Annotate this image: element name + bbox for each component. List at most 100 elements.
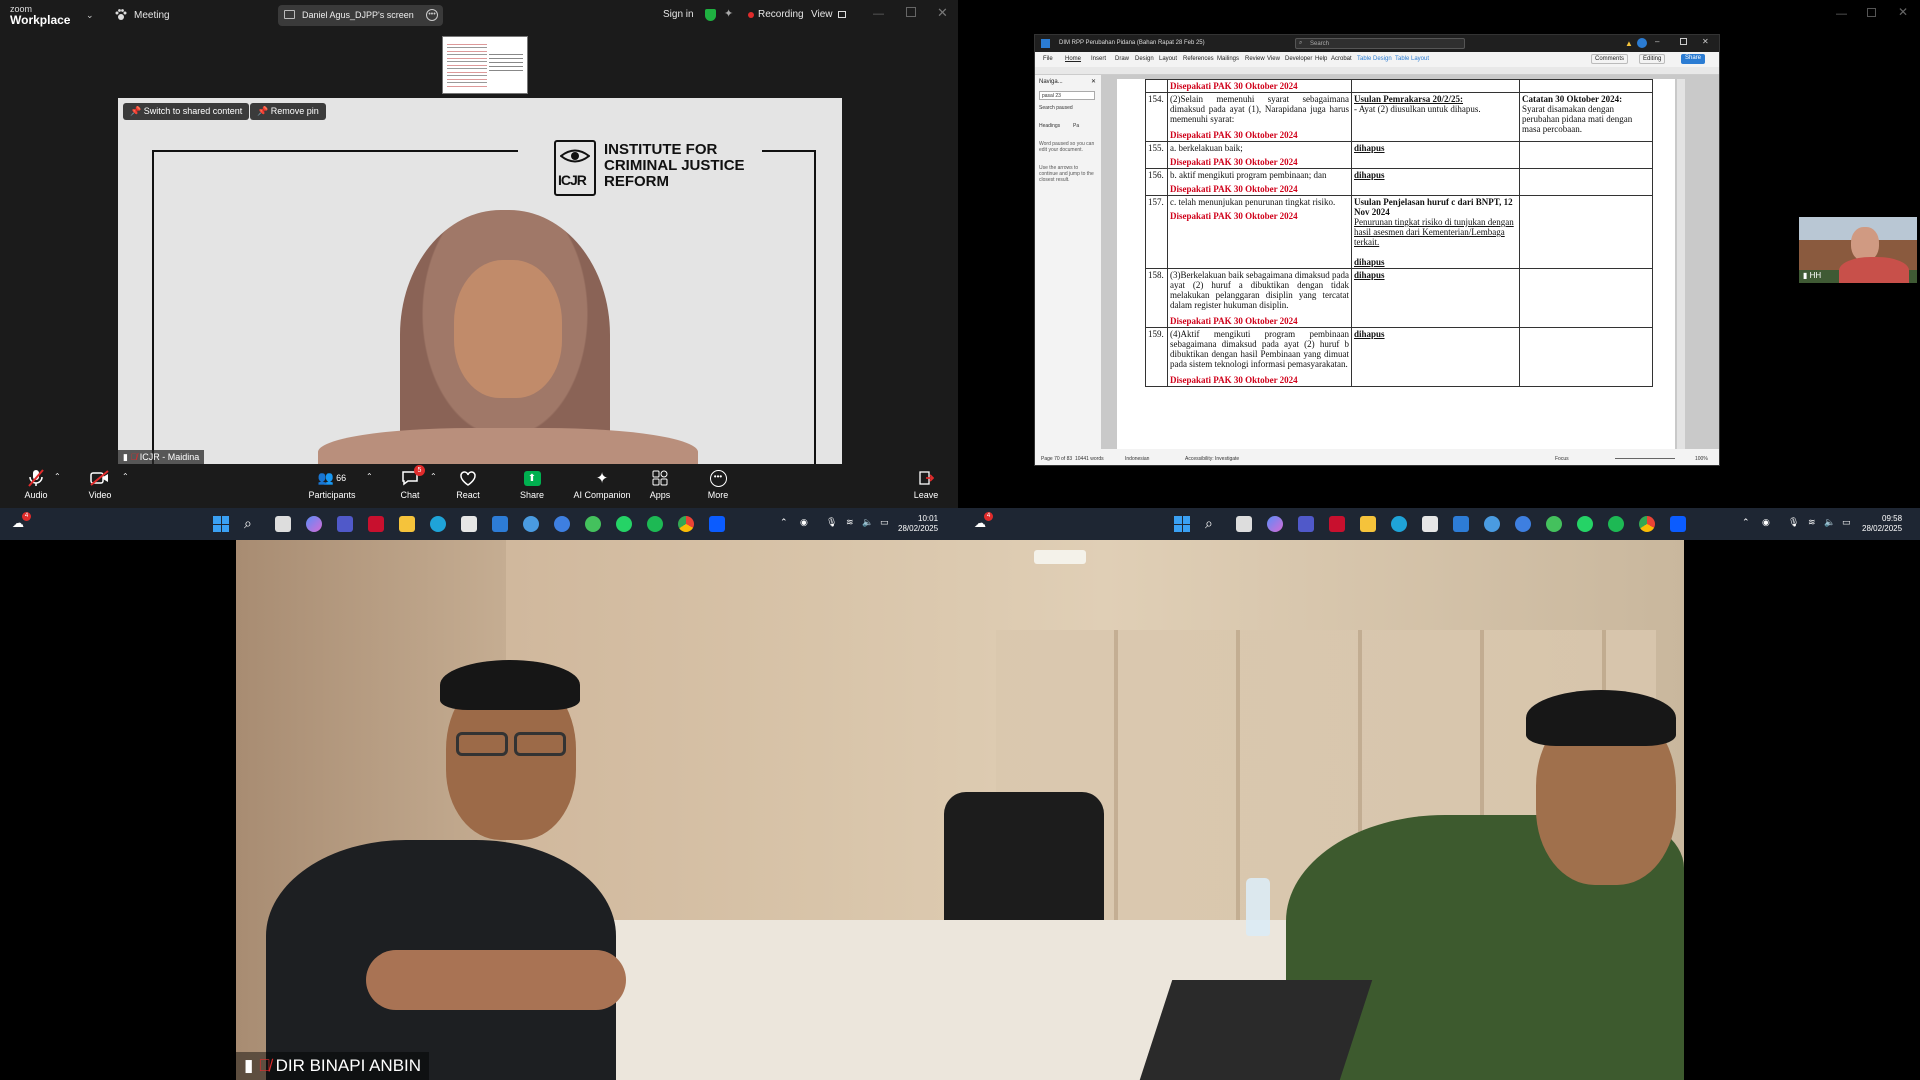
weather-widget[interactable]: ☁ 4: [12, 512, 31, 532]
tab-design[interactable]: Design: [1135, 56, 1154, 62]
participant-video-hh[interactable]: ▮ HH: [1799, 217, 1917, 283]
teams-icon[interactable]: [337, 516, 353, 532]
chrome-icon[interactable]: [678, 516, 694, 532]
tab-table-layout[interactable]: Table Layout: [1395, 56, 1429, 62]
view-button[interactable]: View: [811, 9, 846, 20]
store-icon[interactable]: [1422, 516, 1438, 532]
pinned-video-tile[interactable]: ICJR INSTITUTE FOR CRIMINAL JUSTICE REFO…: [118, 98, 842, 464]
mcafee-icon[interactable]: [1329, 516, 1345, 532]
editing-button[interactable]: Editing: [1639, 54, 1666, 64]
remove-pin-button[interactable]: 📌 Remove pin: [250, 103, 326, 120]
evernote-icon[interactable]: [1546, 516, 1562, 532]
browser-icon[interactable]: [1515, 516, 1531, 532]
tab-developer[interactable]: Developer: [1285, 56, 1312, 62]
minimize-icon[interactable]: —: [1836, 8, 1847, 20]
close-icon[interactable]: ✕: [1702, 37, 1709, 46]
windows-start-icon[interactable]: [213, 516, 229, 532]
word-search-box[interactable]: ⌕ Search: [1295, 38, 1465, 49]
tab-draw[interactable]: Draw: [1115, 56, 1129, 62]
word-count[interactable]: 10441 words: [1075, 456, 1104, 462]
zoom-taskbar-icon[interactable]: [709, 516, 725, 532]
tab-home[interactable]: Home: [1065, 56, 1081, 62]
windows-start-icon[interactable]: [1174, 516, 1190, 532]
vertical-scrollbar[interactable]: [1677, 79, 1685, 449]
switch-to-shared-content-button[interactable]: 📌 Switch to shared content: [123, 103, 250, 120]
more-options-icon[interactable]: •••: [426, 9, 438, 21]
store-icon[interactable]: [461, 516, 477, 532]
help-icon[interactable]: [523, 516, 539, 532]
chevron-down-icon[interactable]: ⌄: [86, 10, 94, 21]
tab-table-design[interactable]: Table Design: [1357, 56, 1392, 62]
tray-mcafee-icon[interactable]: ◉: [1762, 517, 1770, 528]
tray-chevron-icon[interactable]: ⌃: [1742, 517, 1750, 528]
app-icon[interactable]: [1453, 516, 1469, 532]
sparkle-icon[interactable]: ✦: [724, 7, 733, 20]
navigation-search-input[interactable]: pasal 23: [1039, 91, 1095, 100]
close-icon[interactable]: ✕: [1091, 78, 1096, 85]
tab-mailings[interactable]: Mailings: [1217, 56, 1239, 62]
zoom-slider[interactable]: [1615, 458, 1675, 459]
maximize-icon[interactable]: [906, 7, 916, 17]
chrome-icon[interactable]: [1639, 516, 1655, 532]
tray-mcafee-icon[interactable]: ◉: [800, 517, 808, 528]
headings-tab[interactable]: Headings: [1039, 123, 1060, 129]
document-title[interactable]: DIM RPP Perubahan Pidana (Bahan Rapat 28…: [1059, 40, 1205, 46]
teams-icon[interactable]: [1298, 516, 1314, 532]
zoom-level[interactable]: 100%: [1695, 456, 1708, 462]
tab-review[interactable]: Review: [1245, 56, 1265, 62]
file-explorer-icon[interactable]: [399, 516, 415, 532]
wifi-icon[interactable]: ≋: [1808, 517, 1816, 528]
language-indicator[interactable]: Indonesian: [1125, 456, 1149, 462]
sign-in-link[interactable]: Sign in: [663, 9, 694, 20]
evernote-icon[interactable]: [585, 516, 601, 532]
speaker-icon[interactable]: 🔈: [862, 517, 873, 528]
task-view-icon[interactable]: [275, 516, 291, 532]
share-button[interactable]: Share: [1681, 54, 1706, 64]
mic-icon[interactable]: 🎙: [826, 517, 837, 528]
tab-layout[interactable]: Layout: [1159, 56, 1177, 62]
mic-icon[interactable]: 🎙: [1788, 517, 1799, 528]
screen-share-indicator[interactable]: Daniel Agus_DJPP's screen •••: [278, 5, 443, 26]
copilot-icon[interactable]: [1267, 516, 1283, 532]
user-avatar[interactable]: [1637, 38, 1647, 48]
recording-indicator[interactable]: Recording: [748, 9, 804, 20]
taskbar-clock[interactable]: 10:01 28/02/2025: [898, 514, 938, 534]
participant-video-main[interactable]: ▮ 🎙̸ DIR BINAPI ANBIN: [236, 540, 1684, 1080]
speaker-icon[interactable]: 🔈: [1824, 517, 1835, 528]
participants-button[interactable]: 👥 66 Participants: [300, 468, 364, 500]
tab-file[interactable]: File: [1043, 56, 1053, 62]
apps-button[interactable]: Apps: [628, 468, 692, 500]
edge-icon[interactable]: [430, 516, 446, 532]
browser-icon[interactable]: [554, 516, 570, 532]
mcafee-icon[interactable]: [368, 516, 384, 532]
copilot-icon[interactable]: [306, 516, 322, 532]
video-options-caret-icon[interactable]: ⌃: [122, 472, 129, 481]
minimize-icon[interactable]: –: [1655, 37, 1659, 46]
page-counter[interactable]: Page 70 of 83: [1041, 456, 1072, 462]
tray-chevron-icon[interactable]: ⌃: [780, 517, 788, 528]
zoom-taskbar-icon[interactable]: [1670, 516, 1686, 532]
comments-button[interactable]: Comments: [1591, 54, 1629, 64]
tab-references[interactable]: References: [1183, 56, 1214, 62]
share-button[interactable]: ⬆ Share: [500, 468, 564, 500]
tab-view[interactable]: View: [1267, 56, 1280, 62]
close-icon[interactable]: ✕: [1898, 5, 1908, 19]
file-explorer-icon[interactable]: [1360, 516, 1376, 532]
tab-help[interactable]: Help: [1315, 56, 1327, 62]
pages-tab[interactable]: Pa: [1073, 123, 1079, 129]
battery-icon[interactable]: ▭: [1842, 517, 1851, 528]
task-view-icon[interactable]: [1236, 516, 1252, 532]
whatsapp-icon[interactable]: [616, 516, 632, 532]
close-icon[interactable]: ✕: [937, 5, 948, 21]
leave-button[interactable]: Leave: [894, 468, 958, 500]
whatsapp-icon[interactable]: [1577, 516, 1593, 532]
app-icon[interactable]: [492, 516, 508, 532]
meeting-info-button[interactable]: Meeting: [114, 8, 170, 22]
shield-check-icon[interactable]: [705, 9, 716, 21]
help-icon[interactable]: [1484, 516, 1500, 532]
wifi-icon[interactable]: ≋: [846, 517, 854, 528]
maximize-icon[interactable]: [1867, 8, 1876, 17]
more-button[interactable]: ••• More: [686, 468, 750, 500]
spotify-icon[interactable]: [1608, 516, 1624, 532]
search-icon[interactable]: ⌕: [1205, 515, 1213, 532]
